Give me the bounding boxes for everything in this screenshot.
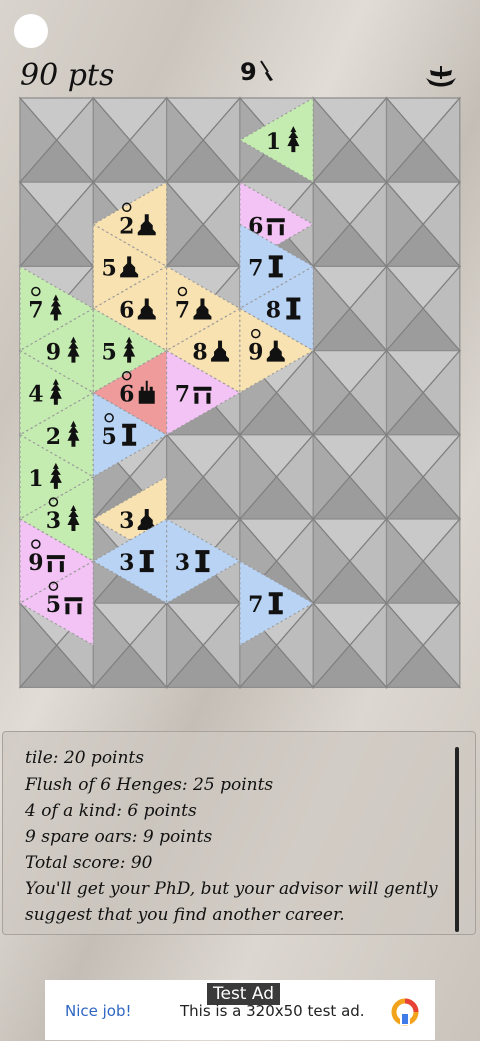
score-line-flush: Flush of 6 Henges: 25 points — [25, 775, 274, 795]
ad-body-text[interactable]: This is a 320x50 test ad. — [180, 1002, 365, 1020]
tile-number: 5 — [101, 255, 116, 281]
tile-number: 2 — [46, 424, 61, 450]
score-line-kind: 4 of a kind: 6 points — [25, 801, 197, 821]
score-line-oars: 9 spare oars: 9 points — [25, 827, 213, 847]
tile-number: 3 — [46, 508, 61, 534]
tile-number: 3 — [119, 508, 134, 534]
tile-number: 5 — [46, 592, 61, 618]
tile-number: 8 — [192, 340, 207, 366]
tile-number: 5 — [101, 424, 116, 450]
tile-number: 3 — [175, 550, 190, 576]
tile-number: 3 — [119, 550, 134, 576]
score-line-verdict: You'll get your PhD, but your advisor wi… — [25, 879, 438, 899]
game-board[interactable]: 12 65 77 6 7 89 5 8 94 6 72 513 39 3 35 7 — [0, 0, 480, 700]
tile-number: 2 — [119, 213, 134, 239]
tile-number: 8 — [266, 298, 281, 324]
tile-number: 5 — [101, 340, 116, 366]
tile-number: 6 — [119, 382, 134, 408]
score-line-tile: tile: 20 points — [25, 748, 144, 768]
score-breakdown-panel: tile: 20 points Flush of 6 Henges: 25 po… — [2, 731, 476, 935]
score-line-verdict-cont: suggest that you find another career. — [25, 905, 345, 925]
ad-network-logo-icon — [391, 998, 419, 1026]
score-line-total: Total score: 90 — [25, 853, 153, 873]
tile-number: 1 — [28, 466, 43, 492]
tile-number: 9 — [28, 550, 43, 576]
tile-number: 7 — [248, 592, 263, 618]
tile-number: 7 — [248, 255, 263, 281]
tile-number: 9 — [46, 340, 61, 366]
tile-number: 7 — [175, 382, 190, 408]
tile-number: 9 — [248, 340, 263, 366]
tile-number: 7 — [28, 298, 43, 324]
tile-number: 6 — [119, 298, 134, 324]
tile-number: 4 — [28, 382, 43, 408]
ad-headline[interactable]: Nice job! — [65, 1002, 132, 1020]
tile-number: 1 — [266, 129, 281, 155]
panel-scrollbar[interactable] — [455, 747, 459, 932]
tile-number: 7 — [175, 298, 190, 324]
